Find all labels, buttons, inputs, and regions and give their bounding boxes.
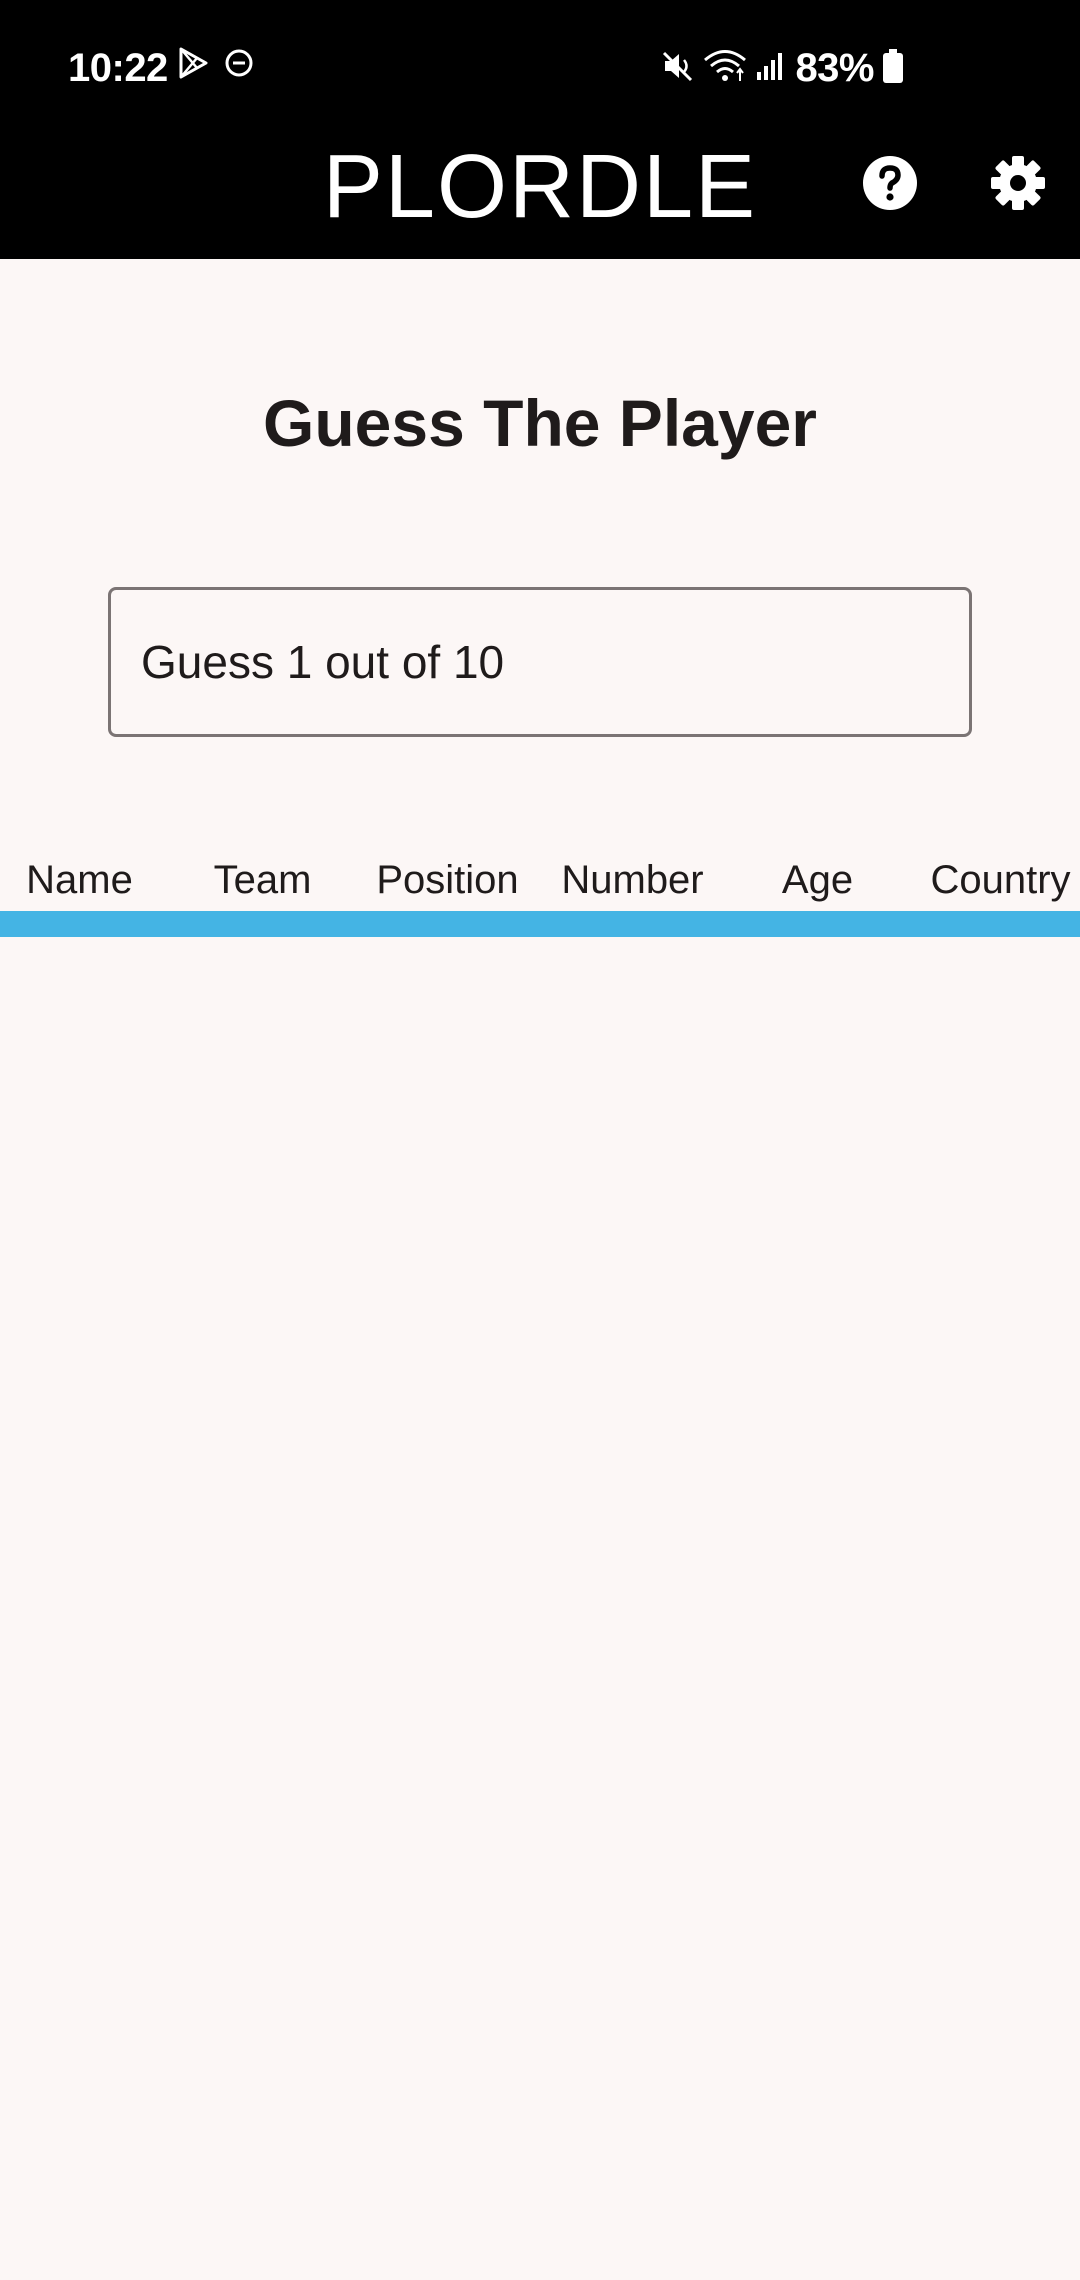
status-left-icons [176,46,254,85]
guess-field[interactable] [108,587,972,737]
column-header-team: Team [213,858,312,902]
table-divider [0,911,1080,937]
status-right: 83% [661,44,904,92]
signal-icon [755,50,787,87]
do-not-disturb-icon [224,48,254,83]
column-header-position: Position [376,858,519,902]
table-header: Name Team Position Number Age Country [0,852,1080,912]
battery-percent: 83% [795,46,874,90]
page-title: Guess The Player [263,386,817,460]
mute-icon [661,49,695,88]
settings-button[interactable] [986,153,1050,217]
column-header-number: Number [561,858,704,902]
wifi-icon [703,49,747,88]
column-header-country: Country [930,858,1071,902]
help-button[interactable] [858,153,922,217]
column-header-age: Age [781,858,854,902]
help-icon [862,155,918,216]
play-store-icon [176,46,210,85]
top-bar: 10:22 83% PLORDLE [0,0,1080,259]
gear-icon [990,155,1046,216]
app-bar: PLORDLE [0,135,1080,259]
status-bar: 10:22 83% [0,0,1080,135]
column-header-name: Name [26,858,133,902]
status-time: 10:22 [68,46,168,90]
battery-icon [882,48,904,89]
guess-input[interactable] [141,590,941,734]
